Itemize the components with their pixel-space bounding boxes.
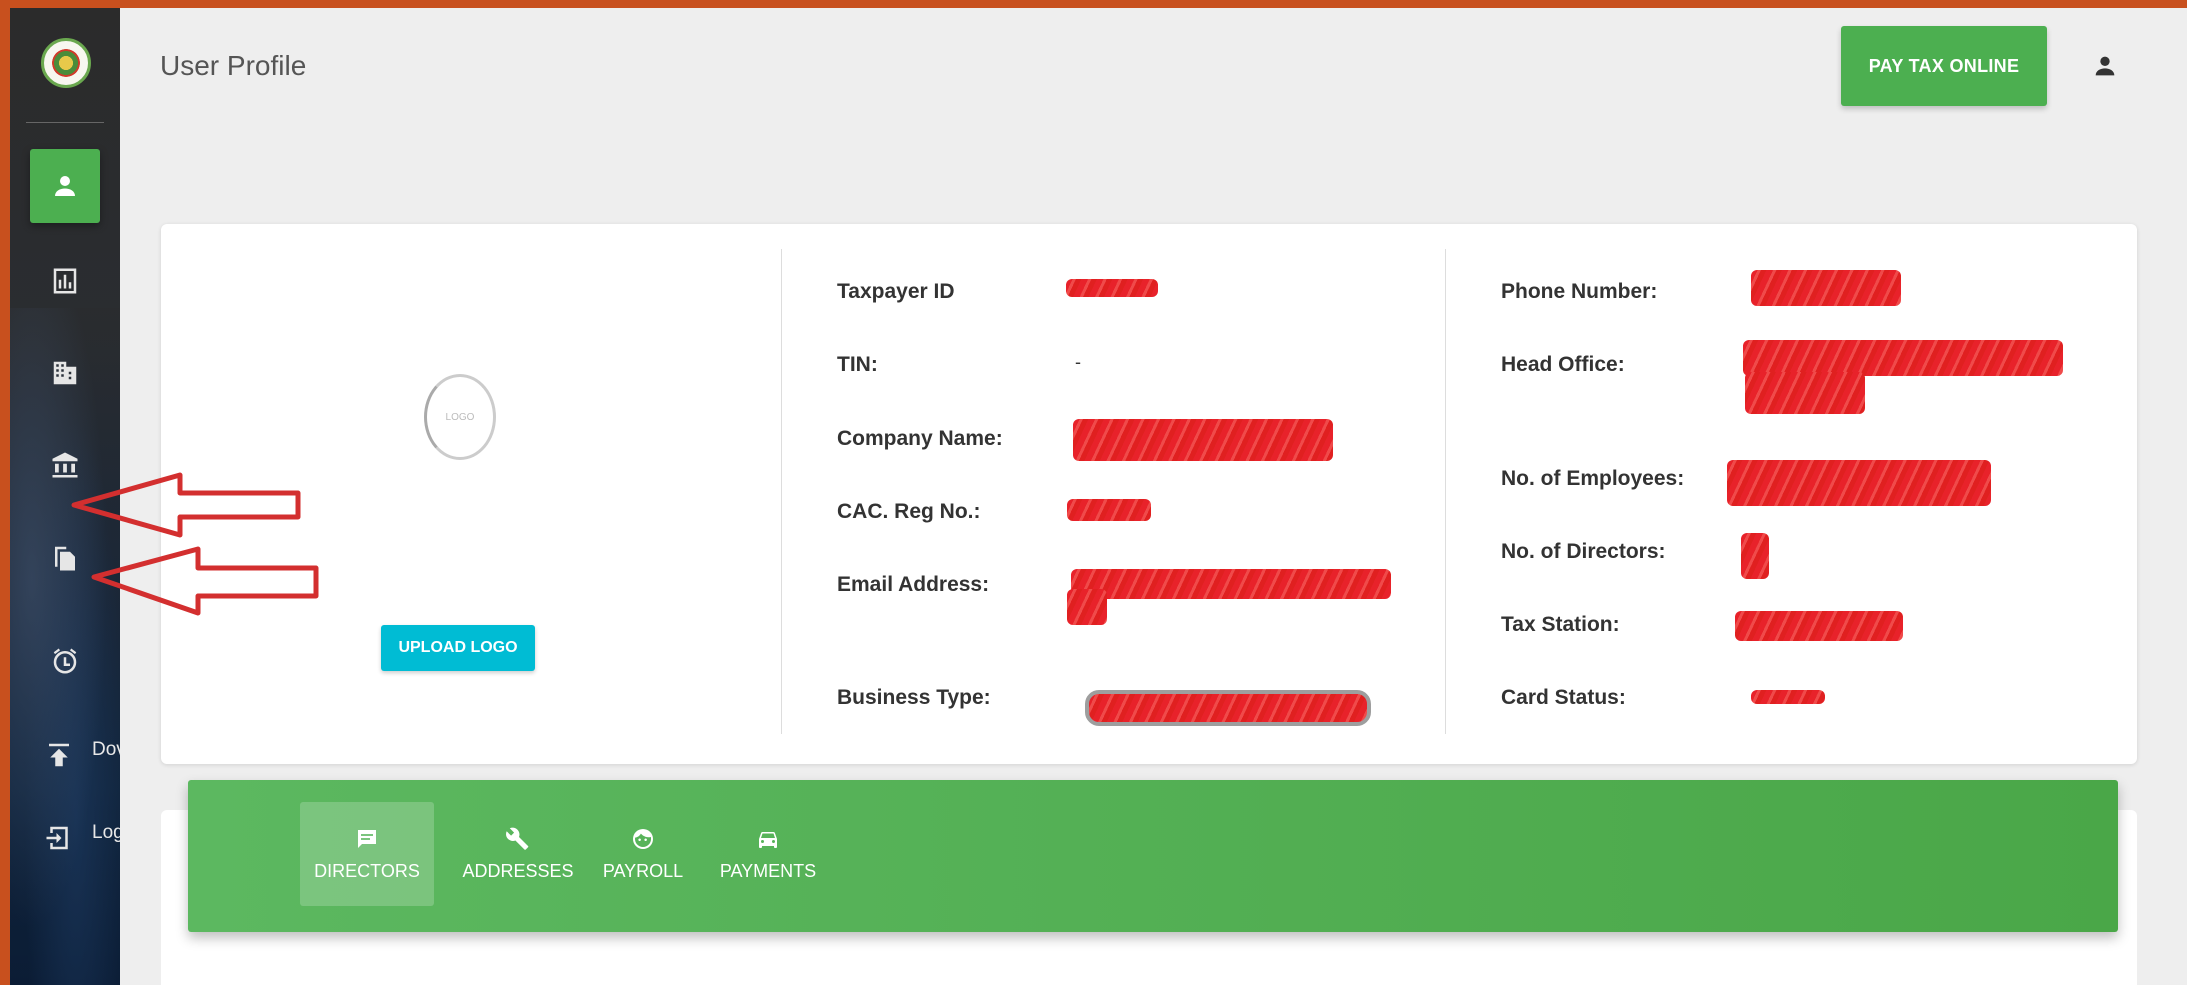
tax-station-redacted: [1735, 611, 1903, 641]
cac-reg-no-redacted: [1067, 499, 1151, 521]
taxpayer-id-label: Taxpayer ID: [837, 280, 955, 303]
company-name-redacted: [1073, 419, 1333, 461]
tab-payroll[interactable]: PAYROLL: [598, 802, 688, 906]
tax-station-label: Tax Station:: [1501, 613, 1620, 636]
tin-value: -: [1075, 352, 1081, 372]
card-status-label: Card Status:: [1501, 686, 1626, 709]
head-office-label: Head Office:: [1501, 353, 1625, 376]
tin-label: TIN:: [837, 353, 878, 376]
tab-addresses[interactable]: ADDRESSES: [458, 802, 578, 906]
head-office-redacted: [1745, 372, 1865, 414]
tab-directors-label: DIRECTORS: [314, 860, 420, 881]
bar-chart-icon: [53, 268, 77, 294]
wrench-icon: [506, 827, 529, 850]
upload-icon: [49, 743, 69, 767]
no-of-directors-label: No. of Directors:: [1501, 540, 1666, 563]
app-frame: Dov Log User Profile PAY TAX ONLINE LOGO…: [10, 8, 2187, 985]
page-title: User Profile: [160, 50, 307, 81]
sidebar-item-logout-label: Log: [92, 822, 120, 843]
phone-number-label: Phone Number:: [1501, 280, 1658, 303]
tab-payments-label: PAYMENTS: [719, 860, 817, 881]
company-name-label: Company Name:: [837, 427, 1003, 450]
face-icon: [633, 828, 653, 849]
chat-icon: [358, 829, 376, 848]
tab-directors[interactable]: DIRECTORS: [300, 802, 434, 906]
logout-icon: [46, 826, 68, 850]
upload-logo-button[interactable]: UPLOAD LOGO: [381, 625, 535, 671]
sidebar-item-download-label: Dov: [92, 739, 120, 760]
sidebar-divider: [26, 122, 104, 123]
sidebar-item-download[interactable]: [24, 718, 94, 792]
cac-reg-no-label: CAC. Reg No.:: [837, 500, 981, 523]
business-type-redacted: [1085, 690, 1371, 726]
no-of-employees-label: No. of Employees:: [1501, 467, 1685, 490]
sidebar-item-company[interactable]: [30, 336, 100, 410]
phone-number-redacted: [1751, 270, 1901, 306]
email-address-label: Email Address:: [837, 573, 990, 596]
sidebar-item-logout[interactable]: [24, 801, 94, 875]
pay-tax-online-button[interactable]: PAY TAX ONLINE: [1841, 26, 2047, 106]
logo-placeholder: LOGO: [424, 374, 496, 460]
no-of-directors-redacted: [1741, 533, 1769, 579]
taxpayer-id-redacted: [1066, 279, 1158, 297]
email-address-redacted: [1067, 589, 1107, 625]
alarm-clock-icon: [53, 648, 77, 674]
tab-addresses-label: ADDRESSES: [462, 860, 574, 881]
person-icon: [55, 176, 75, 196]
profile-card: LOGO UPLOAD LOGO Taxpayer ID TIN: - Comp…: [161, 224, 2137, 764]
email-address-redacted: [1071, 569, 1391, 599]
card-status-redacted: [1751, 690, 1825, 704]
tabs-bar: DIRECTORS ADDRESSES PAYROLL PAYMENTS: [188, 780, 2118, 932]
app-logo[interactable]: [41, 38, 91, 88]
column-divider: [781, 249, 782, 734]
tab-payroll-label: PAYROLL: [602, 860, 684, 881]
tab-payments[interactable]: PAYMENTS: [708, 802, 828, 906]
sidebar-item-reports[interactable]: [30, 244, 100, 318]
annotation-arrow: [91, 546, 319, 616]
building-icon: [53, 361, 77, 385]
column-divider: [1445, 249, 1446, 734]
logo-placeholder-text: LOGO: [445, 411, 475, 423]
account-icon[interactable]: [2091, 52, 2119, 80]
sidebar-item-profile[interactable]: [30, 149, 100, 223]
coat-of-arms-icon: [52, 49, 80, 77]
car-icon: [759, 831, 777, 848]
no-of-employees-redacted: [1727, 460, 1991, 506]
business-type-label: Business Type:: [837, 686, 991, 709]
head-office-redacted: [1743, 340, 2063, 376]
